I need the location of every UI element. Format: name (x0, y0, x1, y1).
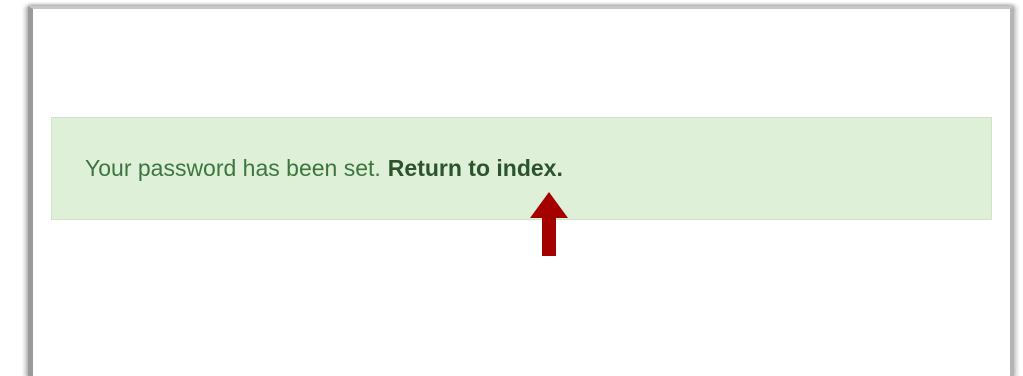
browser-window: Your password has been set. Return to in… (28, 6, 1014, 376)
return-to-index-link[interactable]: Return to index. (388, 155, 563, 182)
success-alert: Your password has been set. Return to in… (51, 117, 992, 220)
up-arrow-icon (530, 192, 568, 256)
screenshot-stage: Your password has been set. Return to in… (0, 0, 1023, 376)
alert-message: Your password has been set. (85, 155, 381, 181)
